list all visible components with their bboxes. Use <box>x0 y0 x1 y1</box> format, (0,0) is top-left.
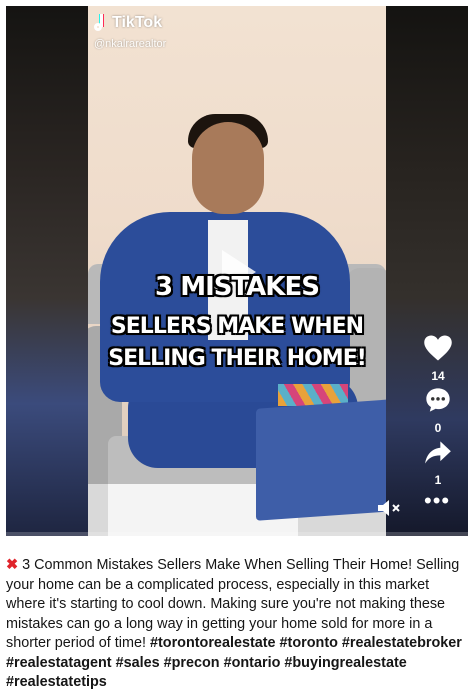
comment-count: 0 <box>434 421 442 435</box>
speaker-muted-icon <box>378 500 400 516</box>
tiktok-logo-icon <box>94 14 108 32</box>
share-arrow-icon <box>425 441 451 464</box>
hashtag-link[interactable]: #precon <box>164 655 220 671</box>
like-count: 14 <box>431 369 445 383</box>
hashtag-link[interactable]: #torontorealestate <box>150 635 276 651</box>
like-button[interactable]: 14 <box>418 334 458 383</box>
headline-line-3: SELLING THEIR HOME! <box>108 346 367 371</box>
comment-button[interactable]: 0 <box>418 386 458 435</box>
red-x-icon: ✖ <box>6 557 19 573</box>
video-player[interactable]: 3 MISTAKES SELLERS MAKE WHEN SELLING THE… <box>6 6 468 536</box>
heart-icon <box>424 335 452 361</box>
comment-bubble-icon <box>426 388 450 412</box>
share-button[interactable]: 1 <box>418 440 458 487</box>
tiktok-brand: TikTok <box>112 14 163 31</box>
share-count: 1 <box>434 473 442 487</box>
hashtag-link[interactable]: #realestatebroker <box>342 635 462 651</box>
hashtag-link[interactable]: #buyingrealestate <box>284 655 406 671</box>
person-head <box>192 122 264 214</box>
laptop <box>256 399 386 521</box>
hashtag-link[interactable]: #sales <box>116 655 160 671</box>
tiktok-watermark: TikTok <box>94 14 162 32</box>
creator-handle: @nkalrarealtor <box>94 38 167 50</box>
hashtag-link[interactable]: #realestatetips <box>6 674 107 690</box>
video-progress-bar[interactable] <box>6 532 468 536</box>
hashtag-link[interactable]: #realestatagent <box>6 655 112 671</box>
video-blur-left <box>6 6 88 536</box>
hashtag-link[interactable]: #ontario <box>224 655 281 671</box>
more-dots-icon[interactable]: ••• <box>424 490 450 512</box>
video-caption: ✖ 3 Common Mistakes Sellers Make When Sel… <box>6 556 468 693</box>
video-frame[interactable]: 3 MISTAKES SELLERS MAKE WHEN SELLING THE… <box>88 6 386 536</box>
mute-button[interactable] <box>376 496 402 520</box>
hashtag-link[interactable]: #toronto <box>280 635 338 651</box>
headline-line-2: SELLERS MAKE WHEN <box>110 314 364 339</box>
headline-line-1: 3 MISTAKES <box>155 272 320 302</box>
